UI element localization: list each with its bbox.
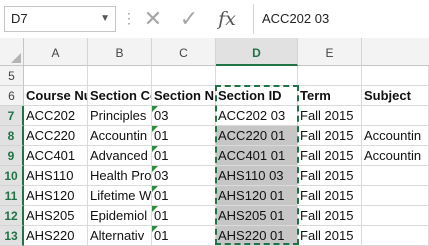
cell-b6[interactable]: Section Co (88, 86, 152, 106)
cell-a9[interactable]: ACC401 (24, 146, 88, 166)
cell-f9[interactable]: Accountin (362, 146, 429, 166)
enter-icon[interactable]: ✓ (176, 5, 202, 33)
cell-d12[interactable]: AHS205 01 (216, 206, 298, 226)
error-indicator-icon (152, 166, 158, 172)
cell-c12[interactable]: 01 (152, 206, 216, 226)
row-header-5[interactable]: 5 (0, 66, 24, 86)
cell-e7[interactable]: Fall 2015 (298, 106, 362, 126)
cell-d8[interactable]: ACC220 01 (216, 126, 298, 146)
cell-a13[interactable]: AHS220 (24, 226, 88, 246)
error-indicator-icon (152, 186, 158, 192)
column-header-b[interactable]: B (88, 38, 152, 66)
cell-b13[interactable]: Alternativ (88, 226, 152, 246)
row-header-13[interactable]: 13 (0, 226, 24, 246)
cell-f7[interactable] (362, 106, 429, 126)
row-header-6[interactable]: 6 (0, 86, 24, 106)
cell-f10[interactable] (362, 166, 429, 186)
cell-c10[interactable]: 03 (152, 166, 216, 186)
chevron-down-icon[interactable]: ▼ (100, 7, 110, 31)
cell-c11[interactable]: 01 (152, 186, 216, 206)
formula-bar: D7 ▼ ⋮ ✕ ✓ fx ACC202 03 (0, 0, 429, 39)
cell-f11[interactable] (362, 186, 429, 206)
cell-b5[interactable] (88, 66, 152, 86)
cell-d7[interactable]: ACC202 03 (216, 106, 298, 126)
cell-e9[interactable]: Fall 2015 (298, 146, 362, 166)
cell-a8[interactable]: ACC220 (24, 126, 88, 146)
cell-d9[interactable]: ACC401 01 (216, 146, 298, 166)
row-header-10[interactable]: 10 (0, 166, 24, 186)
cell-c6[interactable]: Section N (152, 86, 216, 106)
column-header-a[interactable]: A (24, 38, 88, 66)
cell-d13[interactable]: AHS220 01 (216, 226, 298, 246)
column-header-d[interactable]: D (216, 38, 298, 66)
cell-a12[interactable]: AHS205 (24, 206, 88, 226)
cell-d6[interactable]: Section ID (216, 86, 298, 106)
cell-d5[interactable] (216, 66, 298, 86)
error-indicator-icon (152, 226, 158, 232)
error-indicator-icon (152, 106, 158, 112)
cell-b8[interactable]: Accountin (88, 126, 152, 146)
column-header-f[interactable] (362, 38, 429, 66)
cell-b10[interactable]: Health Pro (88, 166, 152, 186)
more-icon[interactable]: ⋮ (122, 10, 136, 27)
cell-e8[interactable]: Fall 2015 (298, 126, 362, 146)
row-header-11[interactable]: 11 (0, 186, 24, 206)
divider (253, 4, 254, 34)
cell-e12[interactable]: Fall 2015 (298, 206, 362, 226)
row-header-7[interactable]: 7 (0, 106, 24, 126)
row-header-12[interactable]: 12 (0, 206, 24, 226)
cell-e11[interactable]: Fall 2015 (298, 186, 362, 206)
cell-a7[interactable]: ACC202 (24, 106, 88, 126)
cell-e10[interactable]: Fall 2015 (298, 166, 362, 186)
cell-a10[interactable]: AHS110 (24, 166, 88, 186)
cancel-icon[interactable]: ✕ (140, 5, 166, 33)
cell-c8[interactable]: 01 (152, 126, 216, 146)
cell-a6[interactable]: Course Nu (24, 86, 88, 106)
select-all-button[interactable] (0, 38, 24, 66)
cell-a11[interactable]: AHS120 (24, 186, 88, 206)
cell-e6[interactable]: Term (298, 86, 362, 106)
cell-b7[interactable]: Principles (88, 106, 152, 126)
cell-b12[interactable]: Epidemiol (88, 206, 152, 226)
cell-d10[interactable]: AHS110 03 (216, 166, 298, 186)
fx-icon[interactable]: fx (214, 5, 240, 33)
cell-c9[interactable]: 01 (152, 146, 216, 166)
cell-f6[interactable]: Subject (362, 86, 429, 106)
name-box-value: D7 (11, 11, 28, 26)
cell-e5[interactable] (298, 66, 362, 86)
cell-b9[interactable]: Advanced (88, 146, 152, 166)
column-header-c[interactable]: C (152, 38, 216, 66)
cell-f8[interactable]: Accountin (362, 126, 429, 146)
cell-c5[interactable] (152, 66, 216, 86)
cell-b11[interactable]: Lifetime W (88, 186, 152, 206)
cell-f5[interactable] (362, 66, 429, 86)
cell-c13[interactable]: 01 (152, 226, 216, 246)
row-header-9[interactable]: 9 (0, 146, 24, 166)
cell-f13[interactable] (362, 226, 429, 246)
cell-a5[interactable] (24, 66, 88, 86)
cell-e13[interactable]: Fall 2015 (298, 226, 362, 246)
formula-input[interactable]: ACC202 03 (262, 6, 329, 32)
cell-c7[interactable]: 03 (152, 106, 216, 126)
name-box[interactable]: D7 ▼ (4, 6, 116, 32)
cell-d11[interactable]: AHS120 01 (216, 186, 298, 206)
cell-f12[interactable] (362, 206, 429, 226)
column-header-e[interactable]: E (298, 38, 362, 66)
error-indicator-icon (152, 146, 158, 152)
error-indicator-icon (152, 126, 158, 132)
row-header-8[interactable]: 8 (0, 126, 24, 146)
error-indicator-icon (152, 206, 158, 212)
